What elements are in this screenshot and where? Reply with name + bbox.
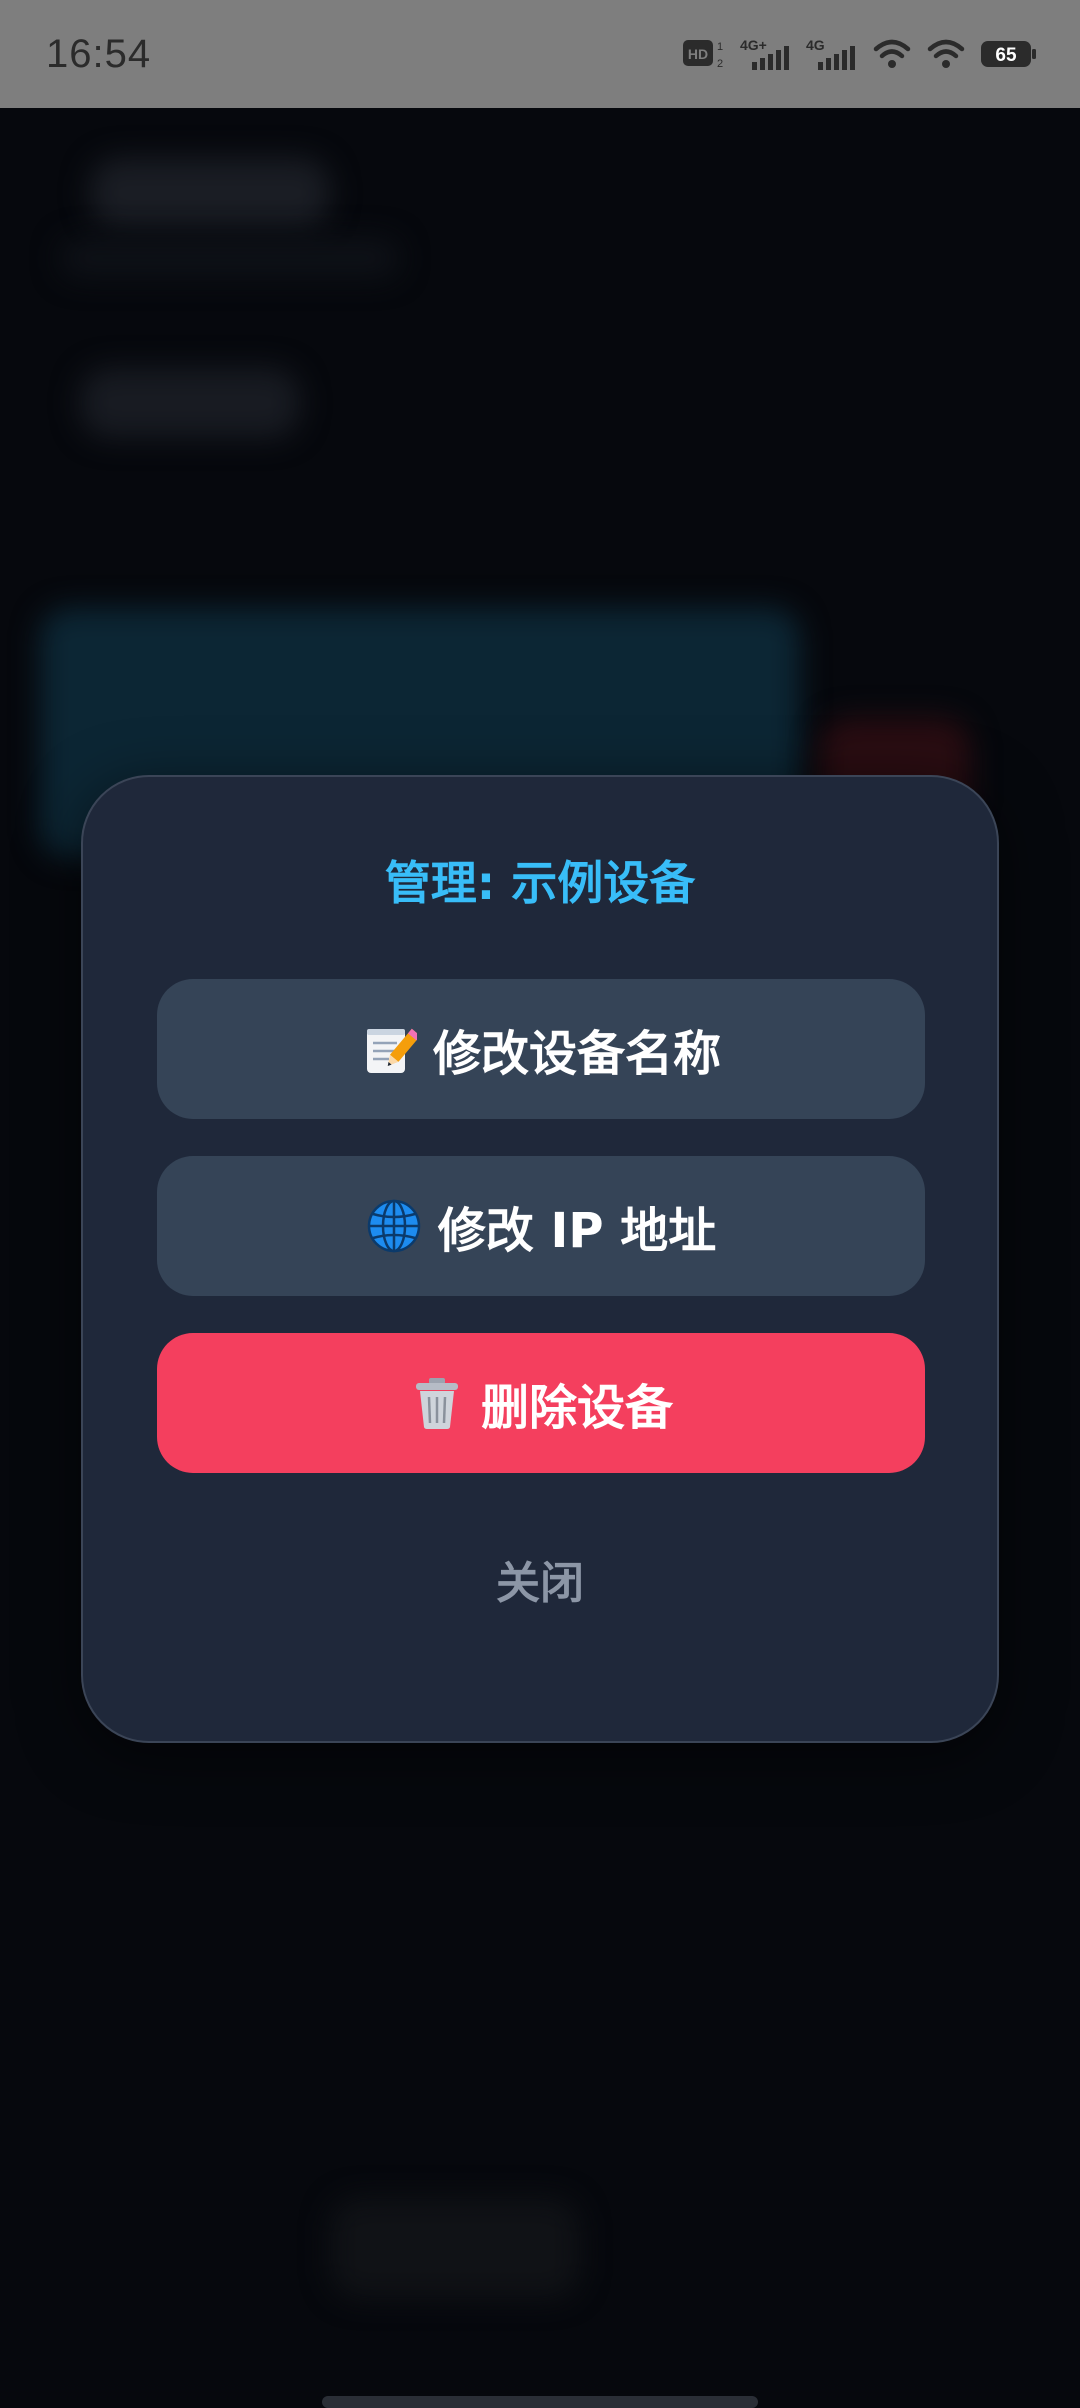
delete-device-button[interactable]: 删除设备 [157,1333,925,1473]
rename-device-label: 修改设备名称 [432,1026,721,1082]
rename-device-button[interactable]: 修改设备名称 [157,979,925,1119]
memo-icon [361,1021,417,1077]
close-button[interactable]: 关闭 [83,1547,997,1611]
globe-icon [366,1198,422,1254]
change-ip-label: 修改 IP 地址 [437,1203,717,1259]
svg-text:4G: 4G [806,37,825,53]
hd-voice-icon: HD 1 2 [683,40,723,70]
home-indicator[interactable] [322,2396,758,2408]
svg-text:1: 1 [717,41,723,53]
svg-text:4G+: 4G+ [740,37,767,53]
blurred-footer [330,2198,580,2298]
blurred-section-title [80,368,300,438]
manage-device-dialog: 管理: 示例设备 修改设备名称 修改 IP 地址 删除设备 关闭 [81,775,999,1743]
status-icons: HD 1 2 4G+ 4G 65 [682,36,1038,72]
svg-text:HD: HD [688,46,708,62]
battery-icon: 65 [981,41,1036,67]
status-time: 16:54 [46,31,152,76]
signal-4g-plus-icon: 4G+ [740,37,789,70]
wifi-icon [873,39,911,68]
svg-text:2: 2 [717,58,723,70]
delete-device-label: 删除设备 [480,1380,673,1436]
svg-text:65: 65 [995,45,1017,66]
blurred-header [90,158,330,228]
dialog-title: 管理: 示例设备 [384,856,696,910]
wifi-icon-2 [927,39,965,68]
signal-4g-icon: 4G [806,37,855,70]
status-bar: 16:54 HD 1 2 4G+ 4G 65 [0,0,1080,108]
change-ip-button[interactable]: 修改 IP 地址 [157,1156,925,1296]
blurred-subheader [60,238,400,278]
trash-icon [409,1375,465,1431]
